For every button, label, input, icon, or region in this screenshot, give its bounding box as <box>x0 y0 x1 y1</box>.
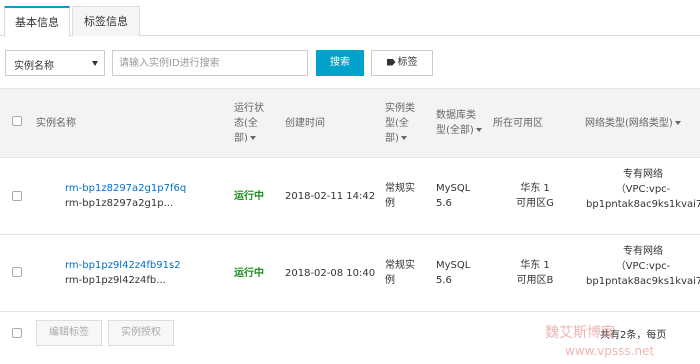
header-created-time: 创建时间 <box>285 118 325 129</box>
instance-id-link[interactable]: rm-bp1z8297a2g1p7f6q <box>65 181 186 196</box>
network-type: 专有网络 （VPC:vpc- bp1pntak8ac9ks1kvai7w) <box>586 169 700 210</box>
search-field-select-value: 实例名称 <box>14 61 54 72</box>
created-time: 2018-02-11 14:42 <box>285 191 376 202</box>
status-badge: 运行中 <box>234 268 264 279</box>
tag-icon <box>386 58 396 66</box>
chevron-down-icon <box>249 136 256 140</box>
tag-filter-button[interactable]: 标签 <box>371 50 433 76</box>
tab-bar: 基本信息 标签信息 <box>0 0 700 37</box>
row-checkbox[interactable] <box>12 267 22 277</box>
header-status-filter[interactable]: 运行状 态(全 部) <box>234 101 264 146</box>
watermark: 魏艾斯博客 <box>545 325 615 341</box>
select-all-checkbox[interactable] <box>12 116 22 126</box>
edit-tags-button[interactable]: 编辑标签 <box>36 320 102 346</box>
table-row: rm-bp1pz9l42z4fb91s2 rm-bp1pz9l42z4fb...… <box>0 235 700 312</box>
instance-name: rm-bp1z8297a2g1p... <box>65 198 174 209</box>
instance-cell: rm-bp1pz9l42z4fb91s2 rm-bp1pz9l42z4fb... <box>65 258 181 288</box>
table-header: 实例名称 运行状 态(全 部) 创建时间 实例类 型(全 部) 数据库类 型(全… <box>0 88 700 158</box>
instance-type: 常规实 例 <box>385 183 415 209</box>
table-row: rm-bp1z8297a2g1p7f6q rm-bp1z8297a2g1p...… <box>0 158 700 235</box>
chevron-down-icon <box>475 128 482 132</box>
chevron-down-icon <box>674 121 681 125</box>
chevron-down-icon <box>92 61 98 66</box>
tag-filter-label: 标签 <box>397 57 418 68</box>
search-input[interactable] <box>112 50 308 76</box>
created-time: 2018-02-08 10:40 <box>285 268 376 279</box>
tab-tag-info[interactable]: 标签信息 <box>72 6 140 36</box>
search-field-select[interactable]: 实例名称 <box>5 50 105 76</box>
tab-basic-info[interactable]: 基本信息 <box>4 6 70 37</box>
zone: 华东 1 可用区G <box>516 183 554 209</box>
instance-cell: rm-bp1z8297a2g1p7f6q rm-bp1z8297a2g1p... <box>65 181 186 211</box>
watermark-url: www.vpsss.net <box>565 344 655 358</box>
zone: 华东 1 可用区B <box>516 260 554 286</box>
header-zone: 所在可用区 <box>493 118 543 129</box>
instance-authorize-button[interactable]: 实例授权 <box>108 320 174 346</box>
db-type: MySQL 5.6 <box>436 183 471 209</box>
instance-type: 常规实 例 <box>385 260 415 286</box>
instance-name: rm-bp1pz9l42z4fb... <box>65 275 166 286</box>
header-network-filter[interactable]: 网络类型(网络类型) <box>585 116 681 131</box>
header-db-type-filter[interactable]: 数据库类 型(全部) <box>436 108 482 138</box>
row-checkbox[interactable] <box>12 191 22 201</box>
footer-select-all-checkbox[interactable] <box>12 328 22 338</box>
chevron-down-icon <box>400 136 407 140</box>
search-button[interactable]: 搜索 <box>316 50 364 76</box>
header-type-filter[interactable]: 实例类 型(全 部) <box>385 101 415 146</box>
header-instance-name: 实例名称 <box>36 118 76 129</box>
db-type: MySQL 5.6 <box>436 260 471 286</box>
network-type: 专有网络 （VPC:vpc- bp1pntak8ac9ks1kvai7w) <box>586 246 700 287</box>
instance-id-link[interactable]: rm-bp1pz9l42z4fb91s2 <box>65 258 181 273</box>
status-badge: 运行中 <box>234 191 264 202</box>
